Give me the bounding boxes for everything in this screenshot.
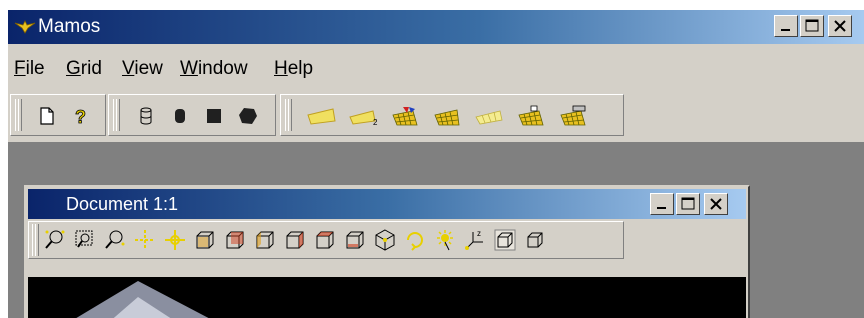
grid-colored-icon[interactable] bbox=[389, 105, 423, 127]
menu-file-accel: F bbox=[14, 58, 26, 79]
close-icon bbox=[710, 198, 722, 210]
menu-file-label: ile bbox=[25, 58, 45, 79]
surface-2-icon[interactable]: 2 bbox=[347, 105, 381, 127]
grid-edit-icon[interactable] bbox=[515, 105, 549, 127]
window-title: Mamos bbox=[38, 16, 101, 37]
help-icon[interactable]: ? bbox=[67, 105, 93, 127]
pan-icon[interactable] bbox=[133, 228, 157, 252]
zoom-window-icon[interactable] bbox=[73, 228, 97, 252]
menu-file[interactable]: File bbox=[14, 58, 45, 80]
menu-help-accel: H bbox=[274, 58, 288, 79]
maximize-icon bbox=[805, 19, 819, 32]
menu-window-label: indow bbox=[197, 58, 248, 79]
svg-text:2: 2 bbox=[373, 118, 378, 127]
grid-mesh-icon[interactable] bbox=[431, 105, 465, 127]
menu-view-label: iew bbox=[134, 58, 163, 79]
document-maximize-button[interactable] bbox=[676, 193, 700, 215]
app-window: Mamos File Grid View Window Help ? 2 Doc… bbox=[8, 10, 864, 318]
mamos-app-icon bbox=[14, 20, 36, 34]
view-top-icon[interactable] bbox=[313, 228, 337, 252]
minimize-button[interactable] bbox=[774, 15, 798, 37]
minimize-icon bbox=[781, 29, 790, 31]
toolbar-grip[interactable] bbox=[285, 99, 292, 131]
title-bar: Mamos bbox=[8, 10, 864, 44]
grid-flat-icon[interactable] bbox=[473, 105, 507, 127]
svg-text:?: ? bbox=[75, 107, 86, 127]
center-icon[interactable] bbox=[163, 228, 187, 252]
menu-grid-label: rid bbox=[80, 58, 102, 79]
maximize-button[interactable] bbox=[800, 15, 824, 37]
menu-view[interactable]: View bbox=[122, 58, 163, 80]
menu-bar: File Grid View Window Help bbox=[8, 44, 864, 90]
menu-window-accel: W bbox=[180, 58, 198, 79]
document-window: Document 1:1 z bbox=[24, 185, 750, 318]
toolbar-grip[interactable] bbox=[32, 224, 39, 256]
document-title-bar: Document 1:1 bbox=[28, 189, 746, 219]
polygon-solid-icon[interactable] bbox=[235, 105, 261, 127]
view-left-icon[interactable] bbox=[253, 228, 277, 252]
view-front-icon[interactable] bbox=[193, 228, 217, 252]
light-icon[interactable] bbox=[433, 228, 457, 252]
new-document-icon[interactable] bbox=[33, 105, 59, 127]
view-right-icon[interactable] bbox=[283, 228, 307, 252]
grid-print-icon[interactable] bbox=[557, 105, 591, 127]
toolbar-grip[interactable] bbox=[15, 99, 22, 131]
document-close-button[interactable] bbox=[704, 193, 728, 215]
3d-object-shape bbox=[76, 281, 209, 318]
toolbar-grip[interactable] bbox=[113, 99, 120, 131]
rotate-icon[interactable] bbox=[403, 228, 427, 252]
view-back-icon[interactable] bbox=[223, 228, 247, 252]
axes-icon[interactable]: z bbox=[463, 228, 487, 252]
svg-text:z: z bbox=[477, 229, 481, 238]
box-icon[interactable] bbox=[523, 228, 547, 252]
maximize-icon bbox=[681, 197, 695, 210]
document-title: Document 1:1 bbox=[66, 194, 179, 214]
menu-view-accel: V bbox=[122, 58, 135, 79]
close-icon bbox=[834, 20, 846, 32]
minimize-icon bbox=[657, 207, 666, 209]
zoom-in-icon[interactable] bbox=[43, 228, 67, 252]
view-iso-icon[interactable] bbox=[373, 228, 397, 252]
menu-help[interactable]: Help bbox=[274, 58, 313, 80]
standard-toolbar: ? bbox=[10, 94, 106, 136]
menu-help-label: elp bbox=[287, 58, 314, 79]
zoom-out-icon[interactable] bbox=[103, 228, 127, 252]
document-toolbar: z bbox=[28, 221, 624, 259]
close-button[interactable] bbox=[828, 15, 852, 37]
document-minimize-button[interactable] bbox=[650, 193, 674, 215]
grid-toolbar: 2 bbox=[280, 94, 624, 136]
view-bottom-icon[interactable] bbox=[343, 228, 367, 252]
cylinder-solid-icon[interactable] bbox=[167, 105, 193, 127]
menu-window[interactable]: Window bbox=[180, 58, 248, 80]
surface-icon[interactable] bbox=[305, 105, 339, 127]
menu-grid[interactable]: Grid bbox=[66, 58, 102, 80]
wireframe-icon[interactable] bbox=[493, 228, 517, 252]
toolbar-row: ? 2 bbox=[8, 90, 864, 143]
3d-viewport[interactable] bbox=[28, 277, 746, 318]
cylinder-outline-icon[interactable] bbox=[133, 105, 159, 127]
square-solid-icon[interactable] bbox=[201, 105, 227, 127]
shapes-toolbar bbox=[108, 94, 276, 136]
menu-grid-accel: G bbox=[66, 58, 81, 79]
